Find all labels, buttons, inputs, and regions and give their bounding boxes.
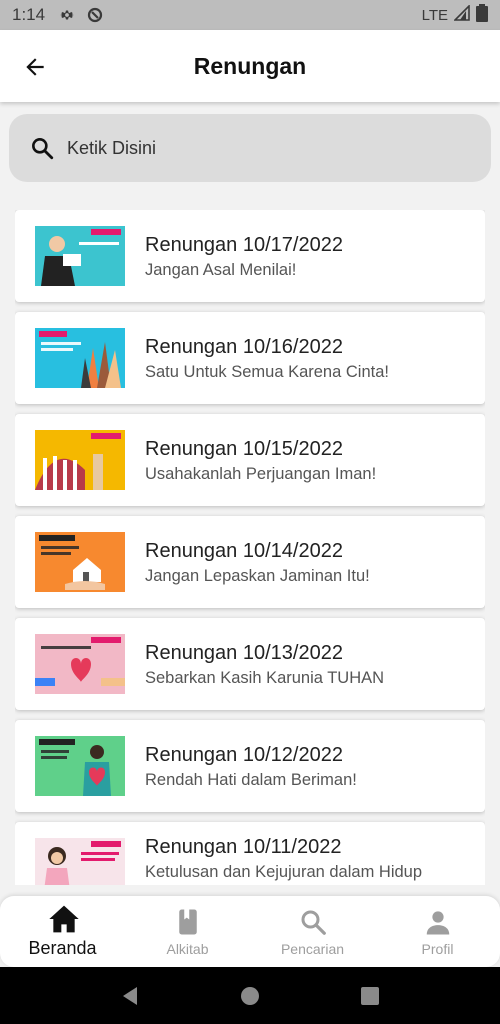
nav-label: Beranda	[28, 938, 97, 958]
status-time: 1:14	[12, 5, 46, 24]
list-item[interactable]: Renungan 10/14/2022 Jangan Lepaskan Jami…	[15, 516, 485, 608]
devotion-list: Renungan 10/17/2022 Jangan Asal Menilai!…	[15, 210, 485, 885]
person-icon	[423, 907, 453, 937]
signal-icon	[453, 4, 470, 25]
nav-alkitab[interactable]: Alkitab	[125, 896, 250, 967]
search-icon	[29, 135, 55, 161]
nav-label: Profil	[421, 940, 454, 957]
devotion-thumbnail	[35, 838, 125, 885]
devotion-thumbnail	[35, 634, 125, 694]
devotion-thumbnail	[35, 532, 125, 592]
item-subtitle: Rendah Hati dalam Beriman!	[145, 771, 357, 789]
nav-pencarian[interactable]: Pencarian	[250, 896, 375, 967]
item-title: Renungan 10/13/2022	[145, 642, 343, 664]
item-subtitle: Jangan Asal Menilai!	[145, 261, 297, 279]
network-type: LTE	[421, 6, 448, 24]
item-subtitle: Usahakanlah Perjuangan Iman!	[145, 465, 377, 483]
bottom-navigation: Beranda Alkitab Pencarian Profil	[0, 896, 500, 967]
list-item[interactable]: Renungan 10/16/2022 Satu Untuk Semua Kar…	[15, 312, 485, 404]
item-title: Renungan 10/17/2022	[145, 234, 343, 256]
settings-gear-icon	[57, 5, 77, 25]
list-item[interactable]: Renungan 10/12/2022 Rendah Hati dalam Be…	[15, 720, 485, 812]
item-subtitle: Jangan Lepaskan Jaminan Itu!	[145, 567, 370, 585]
back-arrow-icon[interactable]	[22, 54, 48, 80]
nav-label: Alkitab	[166, 940, 209, 957]
battery-icon	[476, 4, 488, 26]
list-item[interactable]: Renungan 10/17/2022 Jangan Asal Menilai!	[15, 210, 485, 302]
sync-icon	[85, 5, 105, 25]
devotion-thumbnail	[35, 226, 125, 286]
list-item[interactable]: Renungan 10/11/2022 Ketulusan dan Kejuju…	[15, 822, 485, 885]
system-navigation-bar	[0, 967, 500, 1024]
home-circle-icon[interactable]	[239, 985, 261, 1007]
devotion-thumbnail	[35, 736, 125, 796]
home-icon	[48, 904, 79, 934]
recents-square-icon[interactable]	[359, 985, 381, 1007]
item-subtitle: Satu Untuk Semua Karena Cinta!	[145, 363, 389, 381]
search-input[interactable]	[67, 137, 447, 159]
item-title: Renungan 10/12/2022	[145, 744, 343, 766]
item-subtitle: Ketulusan dan Kejujuran dalam Hidup Beri…	[145, 863, 423, 885]
item-title: Renungan 10/11/2022	[145, 836, 342, 858]
devotion-thumbnail	[35, 328, 125, 388]
back-triangle-icon[interactable]	[119, 985, 141, 1007]
item-subtitle: Sebarkan Kasih Karunia TUHAN	[145, 669, 385, 687]
status-bar: 1:14 LTE	[0, 0, 500, 30]
item-title: Renungan 10/14/2022	[145, 540, 343, 562]
item-title: Renungan 10/15/2022	[145, 438, 343, 460]
item-title: Renungan 10/16/2022	[145, 336, 343, 358]
nav-label: Pencarian	[280, 940, 345, 957]
search-icon	[298, 907, 328, 937]
list-item[interactable]: Renungan 10/15/2022 Usahakanlah Perjuang…	[15, 414, 485, 506]
devotion-thumbnail	[35, 430, 125, 490]
search-bar[interactable]	[9, 114, 491, 182]
nav-beranda[interactable]: Beranda	[0, 896, 125, 967]
app-bar: Renungan	[0, 30, 500, 102]
list-item[interactable]: Renungan 10/13/2022 Sebarkan Kasih Karun…	[15, 618, 485, 710]
nav-profil[interactable]: Profil	[375, 896, 500, 967]
book-icon	[173, 907, 203, 937]
page-title: Renungan	[193, 52, 307, 79]
